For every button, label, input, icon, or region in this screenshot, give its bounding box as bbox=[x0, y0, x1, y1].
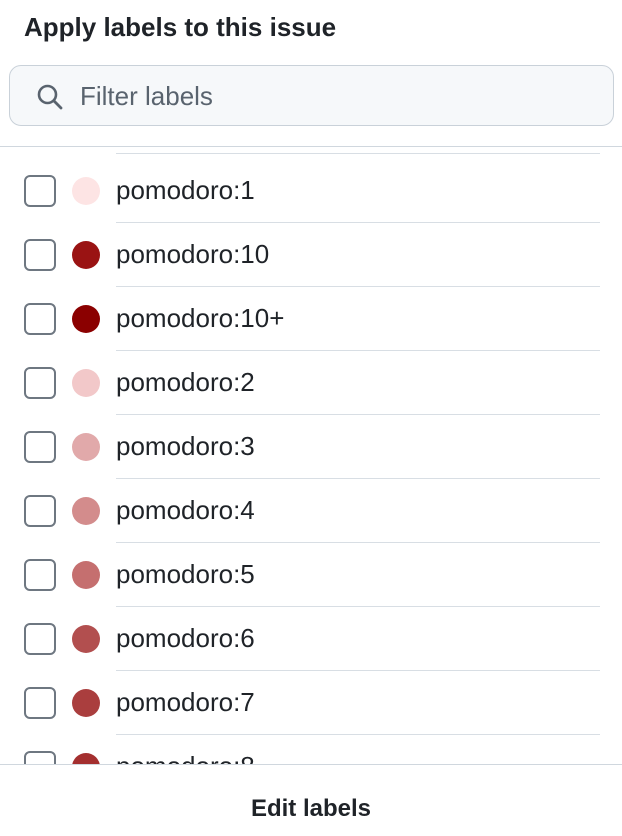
label-name: pomodoro:10 bbox=[116, 239, 270, 269]
label-picker-footer: Edit labels bbox=[0, 764, 622, 836]
label-option[interactable]: pomodoro:2 bbox=[0, 345, 622, 415]
label-color-swatch bbox=[72, 177, 100, 205]
filter-labels-input[interactable] bbox=[80, 76, 600, 116]
label-checkbox[interactable] bbox=[24, 175, 56, 207]
label-checkbox[interactable] bbox=[24, 623, 56, 655]
label-option[interactable]: pomodoro:8 bbox=[0, 729, 622, 764]
label-name: pomodoro:10+ bbox=[116, 303, 285, 333]
label-checkbox[interactable] bbox=[24, 303, 56, 335]
panel-title: Apply labels to this issue bbox=[24, 12, 337, 42]
label-checkbox[interactable] bbox=[24, 559, 56, 591]
label-color-swatch bbox=[72, 305, 100, 333]
label-option[interactable]: pomodoro:5 bbox=[0, 537, 622, 607]
label-color-swatch bbox=[72, 689, 100, 717]
label-name: pomodoro:2 bbox=[116, 367, 255, 397]
label-name: pomodoro:7 bbox=[116, 687, 255, 717]
label-color-swatch bbox=[72, 241, 100, 269]
search-icon bbox=[36, 83, 64, 111]
label-option[interactable]: pomodoro:10 bbox=[0, 217, 622, 287]
label-option[interactable]: pomodoro:1 bbox=[0, 153, 622, 223]
label-list[interactable]: pomodoro:1 pomodoro:10 pomodoro:10+ pomodor… bbox=[0, 147, 622, 764]
label-color-swatch bbox=[72, 625, 100, 653]
label-name: pomodoro:3 bbox=[116, 431, 255, 461]
label-picker-header: Apply labels to this issue bbox=[0, 0, 622, 146]
label-checkbox[interactable] bbox=[24, 367, 56, 399]
label-color-swatch bbox=[72, 433, 100, 461]
label-color-swatch bbox=[72, 369, 100, 397]
label-option[interactable]: pomodoro:10+ bbox=[0, 281, 622, 351]
edit-labels-link[interactable]: Edit labels bbox=[0, 793, 622, 825]
label-name: pomodoro:8 bbox=[116, 749, 255, 764]
label-color-swatch bbox=[72, 561, 100, 589]
label-name: pomodoro:6 bbox=[116, 623, 255, 653]
label-checkbox[interactable] bbox=[24, 751, 56, 764]
filter-labels-field[interactable] bbox=[9, 65, 614, 126]
label-name: pomodoro:4 bbox=[116, 495, 255, 525]
label-option[interactable]: pomodoro:3 bbox=[0, 409, 622, 479]
label-checkbox[interactable] bbox=[24, 431, 56, 463]
label-picker-panel: Apply labels to this issue pomodoro:1pom… bbox=[0, 0, 622, 836]
label-option[interactable]: pomodoro:7 bbox=[0, 665, 622, 735]
label-name: pomodoro:5 bbox=[116, 559, 255, 589]
label-checkbox[interactable] bbox=[24, 495, 56, 527]
label-color-swatch bbox=[72, 497, 100, 525]
label-checkbox[interactable] bbox=[24, 239, 56, 271]
label-name: pomodoro:1 bbox=[116, 175, 255, 205]
label-option[interactable]: pomodoro:4 bbox=[0, 473, 622, 543]
label-checkbox[interactable] bbox=[24, 687, 56, 719]
label-color-swatch bbox=[72, 753, 100, 764]
label-option[interactable]: pomodoro:6 bbox=[0, 601, 622, 671]
